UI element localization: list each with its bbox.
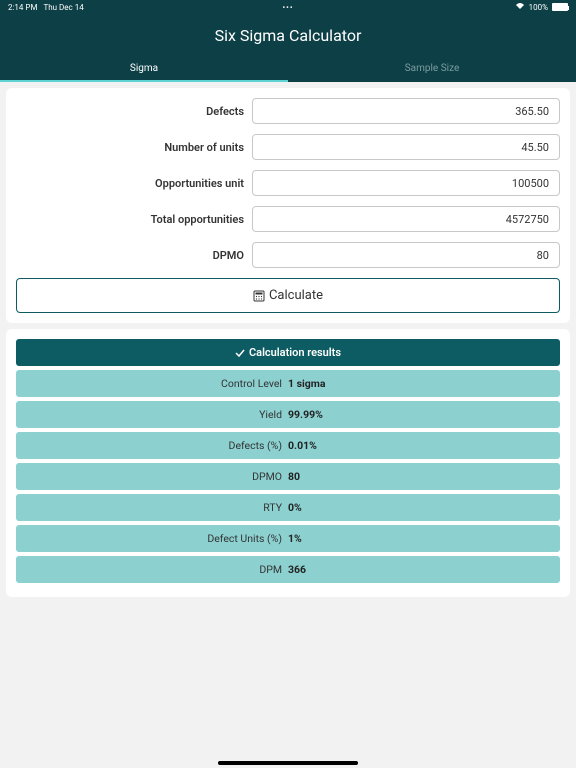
- defects-label: Defects: [16, 105, 252, 118]
- results-header-label: Calculation results: [249, 346, 341, 359]
- input-card: Defects Number of units Opportunities un…: [6, 88, 570, 323]
- result-row: Defects (%)0.01%: [16, 432, 560, 459]
- results-header: Calculation results: [16, 339, 560, 366]
- result-value: 1 sigma: [288, 377, 553, 390]
- result-row: DPMO80: [16, 463, 560, 490]
- check-icon: [235, 348, 245, 358]
- result-row: Defect Units (%)1%: [16, 525, 560, 552]
- app-header: Six Sigma Calculator Sigma Sample Size: [0, 14, 576, 82]
- result-value: 0.01%: [288, 439, 553, 452]
- units-input[interactable]: [252, 134, 560, 160]
- calculate-button-label: Calculate: [269, 288, 323, 303]
- dpmo-input[interactable]: [252, 242, 560, 268]
- tab-sigma[interactable]: Sigma: [0, 55, 288, 82]
- dpmo-label: DPMO: [16, 249, 252, 262]
- home-indicator[interactable]: [218, 761, 358, 765]
- result-label: Defect Units (%): [23, 532, 288, 545]
- result-label: Yield: [23, 408, 288, 421]
- status-bar: 2:14 PM Thu Dec 14 ••• 100%: [0, 0, 576, 14]
- result-label: RTY: [23, 501, 288, 514]
- result-value: 1%: [288, 532, 553, 545]
- status-time: 2:14 PM: [8, 3, 37, 12]
- result-value: 99.99%: [288, 408, 553, 421]
- result-label: DPMO: [23, 470, 288, 483]
- status-battery-pct: 100%: [529, 3, 548, 12]
- battery-icon: [552, 3, 568, 11]
- units-label: Number of units: [16, 141, 252, 154]
- result-row: Yield99.99%: [16, 401, 560, 428]
- status-date: Thu Dec 14: [43, 3, 83, 12]
- calculate-button[interactable]: Calculate: [16, 278, 560, 313]
- total-opp-label: Total opportunities: [16, 213, 252, 226]
- tabs: Sigma Sample Size: [0, 55, 576, 82]
- result-row: RTY0%: [16, 494, 560, 521]
- tab-sample-size[interactable]: Sample Size: [288, 55, 576, 82]
- status-dots: •••: [282, 3, 293, 12]
- result-value: 80: [288, 470, 553, 483]
- calculator-icon: [253, 290, 265, 302]
- total-opp-input[interactable]: [252, 206, 560, 232]
- wifi-icon: [515, 2, 525, 12]
- results-card: Calculation results Control Level1 sigma…: [6, 329, 570, 597]
- app-title: Six Sigma Calculator: [0, 22, 576, 55]
- result-label: Defects (%): [23, 439, 288, 452]
- defects-input[interactable]: [252, 98, 560, 124]
- opp-unit-label: Opportunities unit: [16, 177, 252, 190]
- opp-unit-input[interactable]: [252, 170, 560, 196]
- result-label: Control Level: [23, 377, 288, 390]
- result-row: DPM366: [16, 556, 560, 583]
- result-value: 366: [288, 563, 553, 576]
- result-value: 0%: [288, 501, 553, 514]
- result-row: Control Level1 sigma: [16, 370, 560, 397]
- result-label: DPM: [23, 563, 288, 576]
